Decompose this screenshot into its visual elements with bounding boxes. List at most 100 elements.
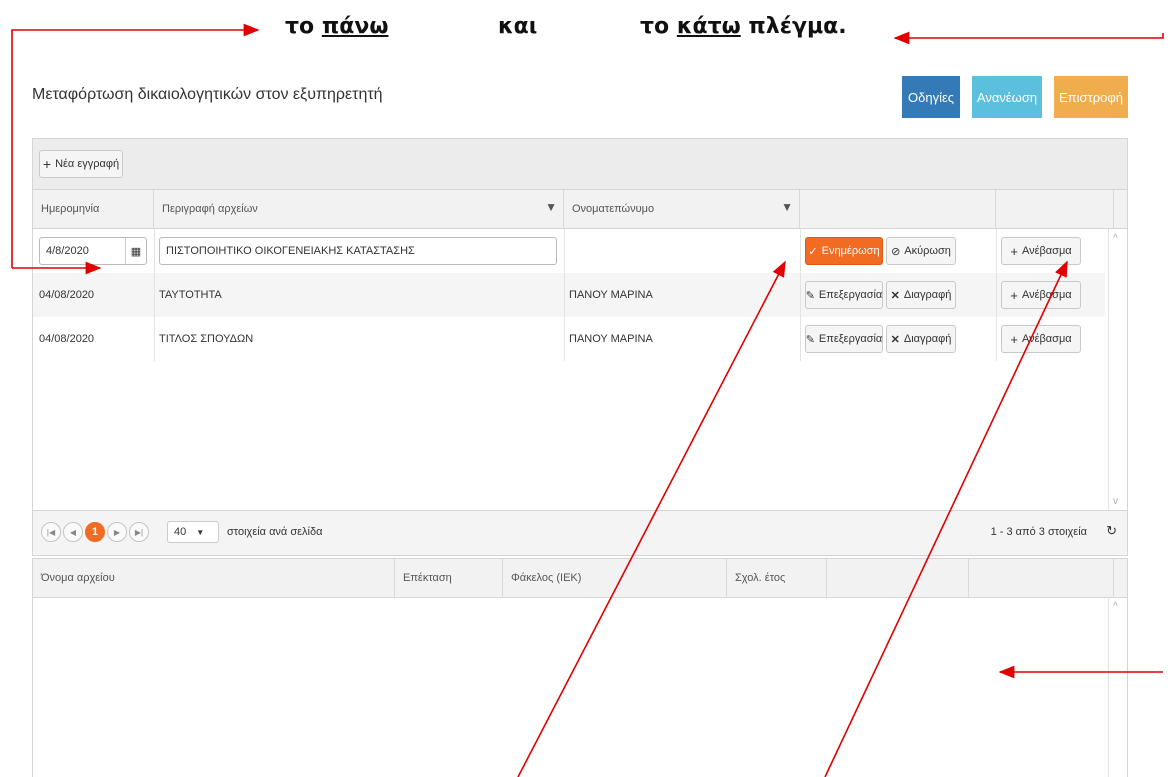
- delete-button[interactable]: ✕ Διαγραφή: [886, 281, 956, 309]
- edit-label: Επεξεργασία: [818, 289, 883, 301]
- lower-grid-scrollbar[interactable]: ^: [1108, 597, 1127, 777]
- new-record-button[interactable]: + Νέα εγγραφή: [39, 150, 123, 178]
- table-row-editing: 4/8/2020 ▦ ΠΙΣΤΟΠΟΙΗΤΙΚΟ ΟΙΚΟΓΕΝΕΙΑΚΗΣ Κ…: [33, 229, 1105, 273]
- arrow-from-right-caption: [893, 31, 1164, 45]
- instructions-button[interactable]: Οδηγίες: [902, 76, 960, 118]
- column-header-label: Ημερομηνία: [41, 203, 100, 215]
- column-header-description[interactable]: Περιγραφή αρχείων ▼: [154, 190, 564, 228]
- column-header-name[interactable]: Ονοματεπώνυμο ▼: [564, 190, 800, 228]
- upload-documents-page: Μεταφόρτωση δικαιολογητικών στον εξυπηρε…: [32, 76, 1128, 777]
- scroll-up-icon[interactable]: ^: [1113, 233, 1118, 244]
- caption-upper-word: πάνω: [321, 14, 389, 39]
- page-size-select[interactable]: 40 ▼: [167, 521, 219, 543]
- upload-label: Ανέβασμα: [1021, 333, 1072, 345]
- column-divider: [564, 229, 565, 361]
- column-header-extra: [969, 559, 1114, 597]
- refresh-button[interactable]: Ανανέωση: [972, 76, 1042, 118]
- scroll-up-icon[interactable]: ^: [1113, 601, 1118, 612]
- cell-description: ΤΙΤΛΟΣ ΣΠΟΥΔΩΝ: [159, 333, 254, 345]
- upload-button[interactable]: + Ανέβασμα: [1001, 237, 1081, 265]
- check-icon: ✓: [808, 245, 818, 258]
- x-icon: ✕: [890, 333, 900, 346]
- cell-date: 04/08/2020: [39, 333, 95, 345]
- column-header-extension[interactable]: Επέκταση: [395, 559, 503, 597]
- column-header-label: Όνομα αρχείου: [41, 572, 115, 584]
- update-button[interactable]: ✓ Ενημέρωση: [805, 237, 883, 265]
- next-page-button[interactable]: ▶: [107, 522, 127, 542]
- delete-label: Διαγραφή: [903, 333, 952, 345]
- plus-icon: +: [1010, 331, 1018, 347]
- calendar-icon[interactable]: ▦: [125, 238, 146, 264]
- upload-button[interactable]: + Ανέβασμα: [1001, 281, 1081, 309]
- annotation-caption-left: το πάνω: [285, 14, 388, 54]
- pager-summary: 1 - 3 από 3 στοιχεία: [990, 526, 1087, 538]
- date-input[interactable]: 4/8/2020 ▦: [39, 237, 147, 265]
- upper-grid-scrollbar[interactable]: ^ v: [1108, 229, 1127, 511]
- column-header-school-year[interactable]: Σχολ. έτος: [727, 559, 827, 597]
- update-label: Ενημέρωση: [821, 245, 880, 257]
- annotation-caption-right: το κάτω πλέγμα.: [640, 14, 847, 54]
- plus-icon: +: [42, 156, 52, 172]
- column-header-filename[interactable]: Όνομα αρχείου: [33, 559, 395, 597]
- current-page-number: 1: [91, 526, 99, 538]
- annotation-caption-middle: και: [498, 14, 537, 54]
- caption-lower-word: κάτω: [676, 14, 741, 39]
- page-title: Μεταφόρτωση δικαιολογητικών στον εξυπηρε…: [32, 86, 383, 103]
- column-header-folder[interactable]: Φάκελος (ΙΕΚ): [503, 559, 727, 597]
- lower-grid: Όνομα αρχείου Επέκταση Φάκελος (ΙΕΚ) Σχο…: [32, 558, 1128, 777]
- table-row: 04/08/2020 ΤΙΤΛΟΣ ΣΠΟΥΔΩΝ ΠΑΝΟΥ ΜΑΡΙΝΑ ✎…: [33, 317, 1105, 361]
- column-header-date[interactable]: Ημερομηνία: [33, 190, 154, 228]
- edit-button[interactable]: ✎ Επεξεργασία: [805, 325, 883, 353]
- caption-prefix: το: [640, 14, 670, 39]
- delete-button[interactable]: ✕ Διαγραφή: [886, 325, 956, 353]
- cell-name: ΠΑΝΟΥ ΜΑΡΙΝΑ: [569, 289, 653, 301]
- page-size-label: στοιχεία ανά σελίδα: [227, 526, 323, 538]
- plus-icon: +: [1010, 287, 1018, 303]
- column-header-label: Σχολ. έτος: [735, 572, 786, 584]
- edit-label: Επεξεργασία: [818, 333, 883, 345]
- refresh-icon[interactable]: ↻: [1106, 523, 1117, 539]
- current-page-button[interactable]: 1: [85, 522, 105, 542]
- column-header-upload: [996, 190, 1114, 228]
- page-size-value: 40: [174, 526, 187, 538]
- column-header-extra: [827, 559, 969, 597]
- cell-description: ΤΑΥΤΟΤΗΤΑ: [159, 289, 222, 301]
- lower-grid-header: Όνομα αρχείου Επέκταση Φάκελος (ΙΕΚ) Σχο…: [33, 559, 1127, 598]
- cell-date: 04/08/2020: [39, 289, 95, 301]
- filter-icon[interactable]: ▼: [781, 200, 793, 214]
- column-header-label: Επέκταση: [403, 572, 452, 584]
- cell-name: ΠΑΝΟΥ ΜΑΡΙΝΑ: [569, 333, 653, 345]
- upload-button[interactable]: + Ανέβασμα: [1001, 325, 1081, 353]
- back-button[interactable]: Επιστροφή: [1054, 76, 1128, 118]
- pencil-icon: ✎: [805, 333, 815, 346]
- column-header-label: Φάκελος (ΙΕΚ): [511, 572, 582, 584]
- pencil-icon: ✎: [805, 289, 815, 302]
- column-divider: [154, 229, 155, 361]
- edit-button[interactable]: ✎ Επεξεργασία: [805, 281, 883, 309]
- caption-grid-word: πλέγμα.: [748, 14, 847, 39]
- caption-and: και: [498, 14, 538, 39]
- column-header-actions: [800, 190, 996, 228]
- description-value: ΠΙΣΤΟΠΟΙΗΤΙΚΟ ΟΙΚΟΓΕΝΕΙΑΚΗΣ ΚΑΤΑΣΤΑΣΗΣ: [166, 245, 415, 257]
- upload-label: Ανέβασμα: [1021, 289, 1072, 301]
- grid-toolbar: + Νέα εγγραφή: [33, 139, 1127, 190]
- cancel-button[interactable]: ⊘ Ακύρωση: [886, 237, 956, 265]
- previous-page-button[interactable]: ◀: [63, 522, 83, 542]
- table-row: 04/08/2020 ΤΑΥΤΟΤΗΤΑ ΠΑΝΟΥ ΜΑΡΙΝΑ ✎ Επεξ…: [33, 273, 1105, 317]
- new-record-label: Νέα εγγραφή: [55, 158, 120, 170]
- scroll-down-icon[interactable]: v: [1113, 496, 1118, 507]
- column-divider: [800, 229, 801, 361]
- caret-down-icon: ▼: [196, 527, 205, 537]
- upload-label: Ανέβασμα: [1021, 245, 1072, 257]
- first-page-button[interactable]: |◀: [41, 522, 61, 542]
- last-page-button[interactable]: ▶|: [129, 522, 149, 542]
- date-value: 4/8/2020: [46, 245, 89, 257]
- pager: |◀ ◀ 1 ▶ ▶| 40 ▼ στοιχεία ανά σελίδα 1 -…: [33, 510, 1127, 555]
- description-input[interactable]: ΠΙΣΤΟΠΟΙΗΤΙΚΟ ΟΙΚΟΓΕΝΕΙΑΚΗΣ ΚΑΤΑΣΤΑΣΗΣ: [159, 237, 557, 265]
- column-header-label: Περιγραφή αρχείων: [162, 203, 258, 215]
- cancel-icon: ⊘: [891, 245, 901, 258]
- column-divider: [996, 229, 997, 361]
- column-header-label: Ονοματεπώνυμο: [572, 203, 655, 215]
- cancel-label: Ακύρωση: [904, 245, 951, 257]
- filter-icon[interactable]: ▼: [545, 200, 557, 214]
